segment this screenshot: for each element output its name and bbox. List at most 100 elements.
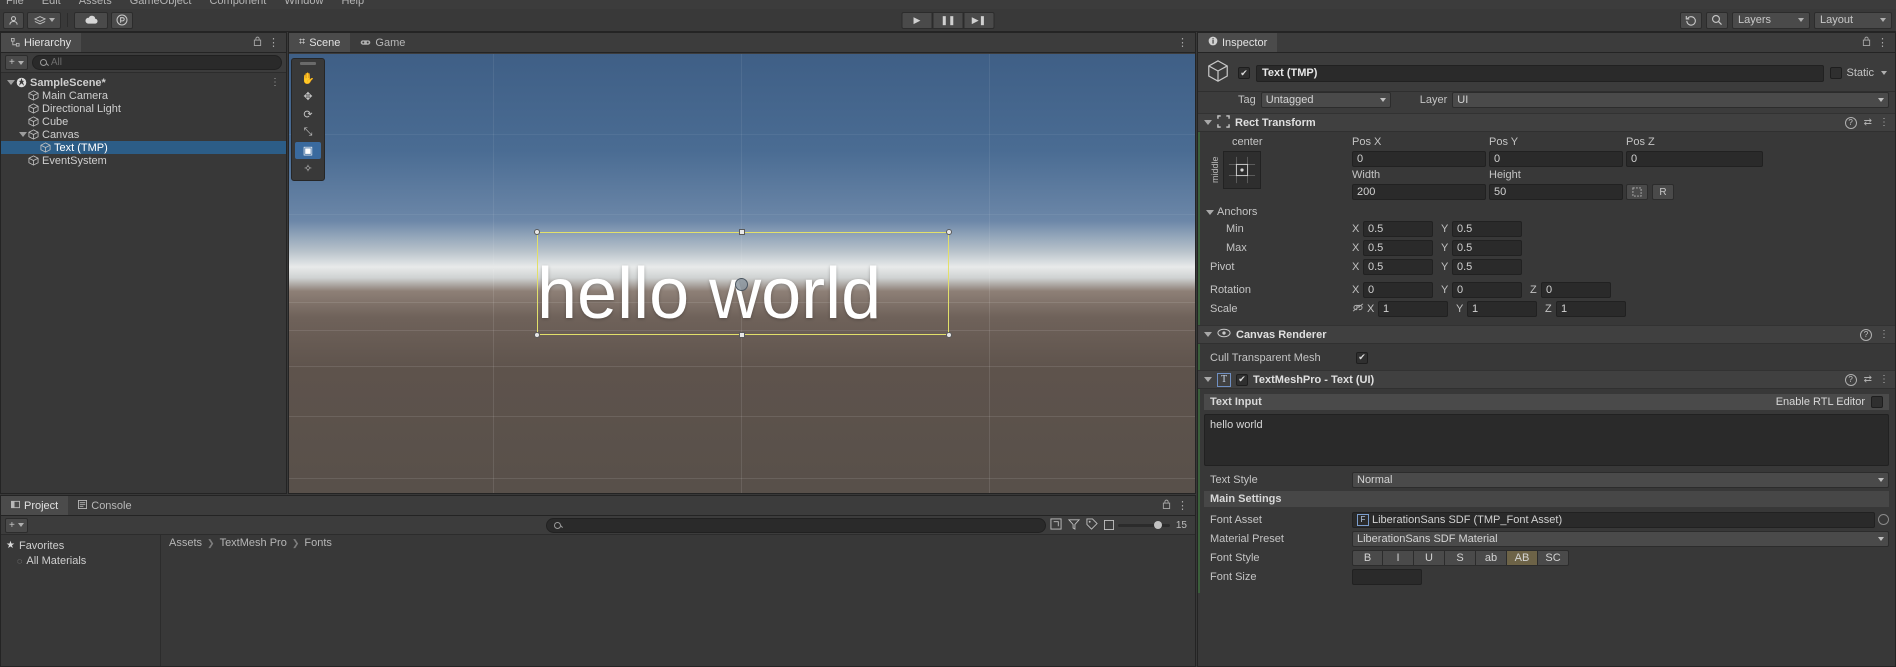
search-in-packages-icon[interactable] xyxy=(1050,517,1062,533)
kebab-menu-icon[interactable]: ⋮ xyxy=(1879,117,1889,128)
font-asset-field[interactable]: F LiberationSans SDF (TMP_Font Asset) xyxy=(1352,511,1875,528)
hierarchy-item-main-camera[interactable]: Main Camera xyxy=(1,89,286,102)
rotation-x-input[interactable]: 0 xyxy=(1363,281,1433,298)
kebab-menu-icon[interactable]: ⋮ xyxy=(268,36,279,49)
tmp-enabled-checkbox[interactable]: ✔ xyxy=(1236,373,1248,386)
tab-game[interactable]: Game xyxy=(350,33,415,52)
kebab-menu-icon[interactable]: ⋮ xyxy=(1177,36,1188,49)
font-size-input[interactable] xyxy=(1352,568,1422,585)
foldout-arrow-icon[interactable] xyxy=(17,132,28,137)
kebab-menu-icon[interactable]: ⋮ xyxy=(1879,374,1889,385)
canvas-renderer-header[interactable]: Canvas Renderer ? ⋮ xyxy=(1198,325,1895,344)
anchor-min-x-input[interactable]: 0.5 xyxy=(1363,220,1433,237)
blueprint-mode-button[interactable] xyxy=(1626,184,1648,200)
lock-icon[interactable] xyxy=(253,36,262,49)
filter-by-label-icon[interactable] xyxy=(1086,517,1098,533)
font-style-i-button[interactable]: I xyxy=(1383,549,1414,566)
font-style-u-button[interactable]: U xyxy=(1414,549,1445,566)
breadcrumb-item-fonts[interactable]: Fonts xyxy=(304,537,332,549)
project-item-all-materials[interactable]: ◌ All Materials xyxy=(1,553,160,568)
menu-item-gameobject[interactable]: GameObject xyxy=(130,0,192,7)
menu-item-edit[interactable]: Edit xyxy=(42,0,61,7)
pivot-y-input[interactable]: 0.5 xyxy=(1452,258,1522,275)
hand-tool[interactable]: ✋ xyxy=(295,70,321,87)
hierarchy-item-eventsystem[interactable]: EventSystem xyxy=(1,154,286,167)
add-gameobject-button[interactable]: + xyxy=(5,55,28,70)
textmeshpro-header[interactable]: T ✔ TextMeshPro - Text (UI) ? ⇄ ⋮ xyxy=(1198,370,1895,389)
resize-handle-tl[interactable] xyxy=(534,229,540,235)
play-button[interactable]: ▶ xyxy=(901,11,933,29)
scene-viewport[interactable]: ✋ ✥ ⟳ ⤡ ▣ ✧ hello world xyxy=(289,54,1195,493)
filter-by-type-icon[interactable] xyxy=(1067,518,1080,533)
help-icon[interactable]: ? xyxy=(1844,116,1857,129)
resize-handle-br[interactable] xyxy=(946,332,952,338)
rotate-tool[interactable]: ⟳ xyxy=(295,106,321,123)
collab-icon[interactable] xyxy=(111,11,133,29)
account-icon[interactable] xyxy=(3,11,24,29)
font-style-ab-button[interactable]: AB xyxy=(1507,549,1538,566)
step-button[interactable]: ▶❚ xyxy=(963,11,995,29)
resize-handle-top[interactable] xyxy=(739,229,745,235)
font-style-sc-button[interactable]: SC xyxy=(1538,549,1569,566)
pivot-handle[interactable] xyxy=(735,278,748,291)
tab-console[interactable]: Console xyxy=(68,496,141,515)
help-icon[interactable]: ? xyxy=(1860,328,1872,341)
scale-z-input[interactable]: 1 xyxy=(1556,300,1626,317)
pause-button[interactable]: ❚❚ xyxy=(932,11,964,29)
create-asset-button[interactable]: + xyxy=(5,517,28,533)
breadcrumb-item-assets[interactable]: Assets xyxy=(169,537,202,549)
search-icon[interactable] xyxy=(1706,11,1728,29)
anchor-preset-widget[interactable] xyxy=(1223,151,1261,189)
menu-item-file[interactable]: File xyxy=(6,0,24,7)
menu-item-component[interactable]: Component xyxy=(209,0,266,7)
kebab-menu-icon[interactable]: ⋮ xyxy=(1177,499,1188,512)
font-style-b-button[interactable]: B xyxy=(1352,549,1383,566)
preset-icon[interactable]: ⇄ xyxy=(1864,117,1872,128)
lock-icon[interactable] xyxy=(1862,36,1871,49)
static-toggle[interactable]: Static xyxy=(1830,67,1889,79)
material-preset-dropdown[interactable]: LiberationSans SDF Material xyxy=(1352,530,1889,547)
rotation-y-input[interactable]: 0 xyxy=(1452,281,1522,298)
kebab-menu-icon[interactable]: ⋮ xyxy=(1879,329,1889,340)
resize-handle-tr[interactable] xyxy=(946,229,952,235)
anchors-foldout-icon[interactable] xyxy=(1206,209,1214,215)
layer-visibility-icon[interactable] xyxy=(27,11,61,29)
kebab-menu-icon[interactable]: ⋮ xyxy=(270,77,286,88)
move-tool[interactable]: ✥ xyxy=(295,88,321,105)
foldout-icon[interactable] xyxy=(1204,120,1212,125)
menu-item-assets[interactable]: Assets xyxy=(79,0,112,7)
foldout-icon[interactable] xyxy=(1204,332,1212,337)
icon-size-slider[interactable] xyxy=(1103,520,1170,530)
preset-icon[interactable]: ⇄ xyxy=(1864,374,1872,385)
tag-dropdown[interactable]: Untagged xyxy=(1260,92,1391,108)
hierarchy-item-samplescene[interactable]: SampleScene* ⋮ xyxy=(1,76,286,89)
height-input[interactable]: 50 xyxy=(1489,184,1623,200)
menu-item-help[interactable]: Help xyxy=(341,0,364,7)
rotation-z-input[interactable]: 0 xyxy=(1541,281,1611,298)
enable-rtl-checkbox[interactable] xyxy=(1871,396,1883,408)
scale-tool[interactable]: ⤡ xyxy=(295,124,321,141)
lock-icon[interactable] xyxy=(1162,499,1171,512)
font-style-ab-button[interactable]: ab xyxy=(1476,549,1507,566)
font-asset-picker-icon[interactable] xyxy=(1878,514,1889,525)
width-input[interactable]: 200 xyxy=(1352,184,1486,200)
font-style-s-button[interactable]: S xyxy=(1445,549,1476,566)
help-icon[interactable]: ? xyxy=(1844,373,1857,386)
tools-drag-handle[interactable] xyxy=(300,62,316,65)
foldout-icon[interactable] xyxy=(1204,377,1212,382)
tab-hierarchy[interactable]: Hierarchy xyxy=(1,33,82,52)
resize-handle-bl[interactable] xyxy=(534,332,540,338)
pos-y-input[interactable]: 0 xyxy=(1489,151,1623,167)
pos-z-input[interactable]: 0 xyxy=(1626,151,1763,167)
hierarchy-item-text-tmp[interactable]: Text (TMP) xyxy=(1,141,286,154)
object-enabled-checkbox[interactable]: ✔ xyxy=(1238,67,1250,79)
hierarchy-item-cube[interactable]: Cube xyxy=(1,115,286,128)
resize-handle-bottom[interactable] xyxy=(739,332,745,338)
cull-transparent-mesh-checkbox[interactable]: ✔ xyxy=(1356,351,1368,364)
rect-transform-header[interactable]: Rect Transform ? ⇄ ⋮ xyxy=(1198,113,1895,132)
pos-x-input[interactable]: 0 xyxy=(1352,151,1486,167)
pivot-x-input[interactable]: 0.5 xyxy=(1363,258,1433,275)
constrain-proportions-icon[interactable] xyxy=(1352,303,1364,315)
project-item-favorites[interactable]: ★ Favorites xyxy=(1,538,160,553)
breadcrumb-item-textmesh-pro[interactable]: TextMesh Pro xyxy=(220,537,287,549)
